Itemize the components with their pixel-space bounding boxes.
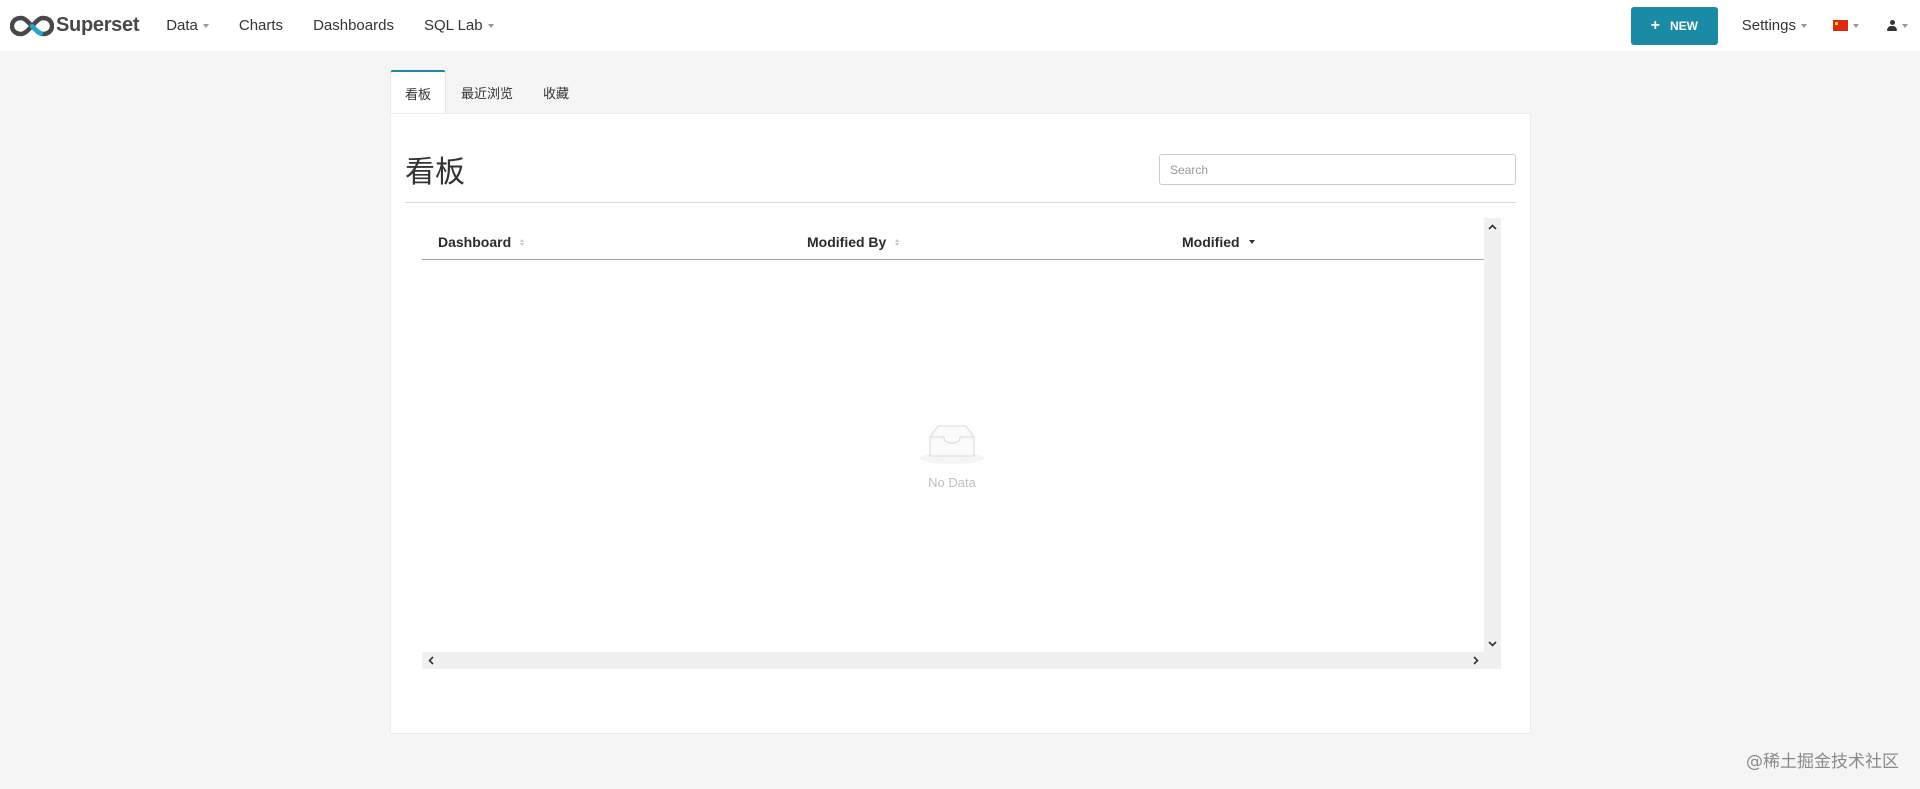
divider — [405, 202, 1516, 203]
nav-item-label: Dashboards — [313, 17, 394, 34]
watermark: @稀土掘金技术社区 — [1746, 752, 1899, 772]
nav-item-sql-lab[interactable]: SQL Lab — [409, 0, 509, 51]
tab-label: 收藏 — [543, 85, 570, 101]
settings-menu[interactable]: Settings — [1730, 0, 1819, 51]
tab-dashboards[interactable]: 看板 — [390, 70, 447, 114]
empty-inbox-icon — [920, 425, 984, 464]
column-label: Modified By — [807, 234, 887, 250]
column-header-modified-by[interactable]: Modified By — [807, 224, 900, 260]
page-title: 看板 — [405, 155, 465, 190]
new-button[interactable]: + NEW — [1630, 6, 1718, 45]
brand[interactable]: Superset — [10, 0, 139, 51]
scroll-left-arrow-icon[interactable] — [422, 652, 439, 669]
sort-icon — [895, 238, 900, 246]
caret-down-icon — [487, 23, 494, 28]
search-input[interactable] — [1159, 154, 1516, 185]
tab-bar: 看板 最近浏览 收藏 — [390, 70, 584, 114]
superset-logo-icon — [10, 15, 54, 36]
horizontal-scrollbar[interactable] — [422, 652, 1501, 669]
tab-recently-viewed[interactable]: 最近浏览 — [446, 70, 528, 114]
tab-label: 看板 — [405, 86, 432, 102]
tab-label: 最近浏览 — [461, 85, 514, 101]
nav-item-label: Charts — [238, 17, 284, 34]
empty-state: No Data — [892, 423, 1012, 490]
plus-icon: + — [1650, 16, 1660, 34]
top-navbar: Superset Data Charts Dashboards SQL Lab … — [0, 0, 1920, 51]
empty-text: No Data — [928, 475, 976, 490]
column-label: Dashboard — [438, 234, 512, 250]
right-menu: + NEW Settings — [1630, 0, 1920, 51]
tab-favorites[interactable]: 收藏 — [528, 70, 584, 114]
new-button-label: NEW — [1669, 18, 1698, 33]
user-menu[interactable] — [1873, 0, 1920, 51]
main-menu: Data Charts Dashboards SQL Lab — [151, 0, 508, 51]
dashboard-list-panel: 看板 Dashboard Modified By Modified — [390, 113, 1531, 734]
nav-item-dashboards[interactable]: Dashboards — [298, 0, 409, 51]
language-selector[interactable] — [1819, 0, 1873, 51]
caret-down-icon — [1853, 23, 1859, 28]
caret-down-icon — [1801, 23, 1807, 28]
sort-icon — [520, 238, 525, 246]
table-header: Dashboard Modified By Modified — [422, 224, 1484, 260]
china-flag-icon — [1833, 20, 1848, 31]
caret-down-icon — [202, 23, 209, 28]
scroll-up-arrow-icon[interactable] — [1484, 218, 1501, 235]
scrollbar-corner — [1484, 652, 1501, 669]
settings-label: Settings — [1741, 17, 1796, 34]
sort-desc-icon — [1248, 240, 1255, 244]
caret-down-icon — [1902, 23, 1908, 28]
column-header-modified[interactable]: Modified — [1182, 224, 1255, 260]
nav-item-data[interactable]: Data — [151, 0, 224, 51]
scroll-right-arrow-icon[interactable] — [1467, 652, 1484, 669]
nav-item-label: SQL Lab — [423, 17, 483, 34]
dashboard-table: Dashboard Modified By Modified No Data — [422, 218, 1502, 669]
column-header-dashboard[interactable]: Dashboard — [438, 224, 525, 260]
user-icon — [1887, 20, 1897, 31]
nav-item-charts[interactable]: Charts — [224, 0, 298, 51]
vertical-scrollbar[interactable] — [1484, 218, 1501, 652]
brand-name: Superset — [56, 14, 140, 36]
scroll-down-arrow-icon[interactable] — [1484, 635, 1501, 652]
column-label: Modified — [1182, 234, 1240, 250]
nav-item-label: Data — [166, 17, 198, 34]
